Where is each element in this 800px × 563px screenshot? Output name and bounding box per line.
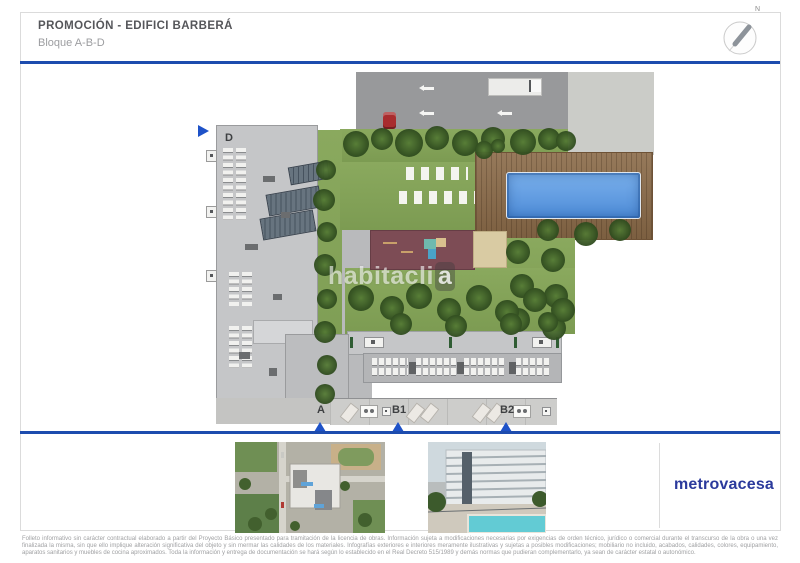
brochure-page: PROMOCIÓN - EDIFICI BARBERÁ Bloque A-B-D… — [0, 0, 800, 563]
metrovacesa-logo: metrovacesa — [668, 476, 780, 494]
watermark-text: habitacli — [328, 262, 434, 290]
legal-disclaimer: Folleto informativo sin carácter contrac… — [22, 536, 778, 558]
footer-divider — [659, 443, 660, 528]
compass-rose-icon — [714, 6, 770, 64]
site-plan: D — [196, 68, 666, 434]
block-b1-label: B1 — [392, 404, 406, 416]
compass-icon: N — [714, 6, 770, 64]
block-a-label: A — [317, 404, 325, 416]
page-subtitle: Bloque A-B-D — [38, 37, 105, 49]
header-rule — [20, 61, 780, 64]
footer-rule — [20, 431, 780, 434]
photo-facade-render — [428, 442, 546, 533]
photo-aerial-render — [235, 442, 385, 533]
compass-north-label: N — [755, 6, 760, 13]
watermark-boxed-letter: a — [435, 262, 455, 291]
aerial-render-graphic — [235, 442, 385, 533]
block-b2-label: B2 — [500, 404, 514, 416]
page-title: PROMOCIÓN - EDIFICI BARBERÁ — [38, 20, 233, 32]
facade-render-graphic — [428, 442, 546, 533]
trees-graphic — [196, 68, 666, 434]
habitaclia-watermark: habitaclia — [328, 262, 455, 291]
block-d-marker-icon — [198, 125, 209, 137]
